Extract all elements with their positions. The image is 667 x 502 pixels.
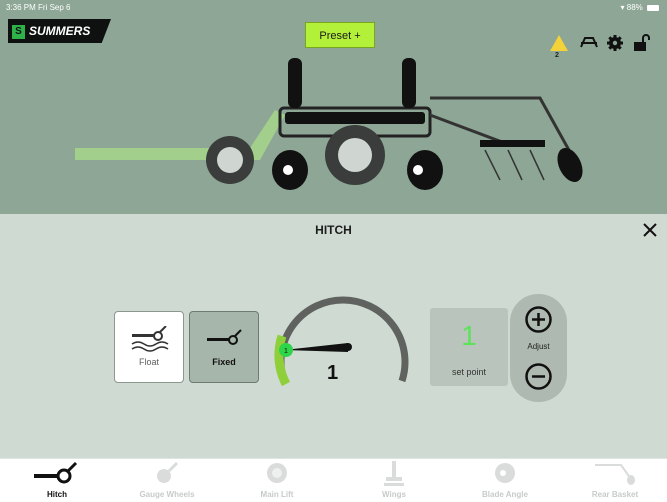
unlock-icon[interactable] (633, 34, 653, 54)
tab-rear-basket-label: Rear Basket (591, 490, 639, 499)
tab-blade-angle[interactable]: Blade Angle (455, 459, 555, 502)
gauge-value: 1 (327, 362, 339, 384)
wifi-icon: ▾ (620, 3, 625, 12)
tab-main-lift[interactable]: Main Lift (227, 459, 327, 502)
machine-view: 3:36 PM Fri Sep 6 ▾ 88% S SUMMERS Preset … (0, 0, 667, 214)
adjust-control: Adjust (510, 294, 567, 402)
machine-illustration (75, 58, 583, 190)
increase-icon[interactable] (523, 304, 554, 335)
battery-percent: 88% (626, 3, 643, 12)
close-icon[interactable] (641, 221, 659, 239)
set-point-value: 1 (461, 320, 477, 351)
preset-button[interactable]: Preset + (305, 22, 375, 48)
decrease-icon[interactable] (523, 361, 554, 392)
battery-icon (647, 4, 659, 11)
fixed-icon (207, 329, 242, 345)
gauge-marker-label: 1 (284, 348, 288, 355)
tab-wings-label: Wings (382, 490, 406, 499)
fixed-mode-button[interactable]: Fixed (189, 311, 259, 383)
bottom-tab-bar: Hitch Gauge Wheels Main Lift Wings Blade… (0, 458, 667, 502)
hitch-panel: HITCH Float Fixed 1 1 1 set point Adjust (0, 214, 667, 458)
blade-angle-icon (495, 463, 515, 483)
tab-main-lift-label: Main Lift (260, 490, 294, 499)
gauge-wheels-icon (157, 461, 179, 483)
tab-hitch[interactable]: Hitch (7, 459, 107, 502)
tab-blade-angle-label: Blade Angle (482, 490, 528, 499)
wings-icon (384, 461, 404, 486)
tab-rear-basket[interactable]: Rear Basket (565, 459, 665, 502)
brand-logo: S SUMMERS (8, 19, 111, 43)
fixed-mode-label: Fixed (212, 357, 236, 367)
brand-logo-text: SUMMERS (29, 24, 91, 38)
panel-title: HITCH (315, 223, 352, 237)
adjust-label: Adjust (527, 342, 550, 351)
tab-wings[interactable]: Wings (344, 459, 444, 502)
main-lift-icon (267, 463, 287, 483)
tab-gauge-wheels[interactable]: Gauge Wheels (117, 459, 217, 502)
rear-basket-icon (595, 464, 635, 485)
status-bar: 3:36 PM Fri Sep 6 ▾ 88% (0, 0, 667, 14)
hitch-tab-icon (34, 461, 78, 484)
status-time: 3:36 PM Fri Sep 6 (6, 3, 71, 12)
battery-status: ▾ 88% (620, 3, 659, 12)
float-mode-button[interactable]: Float (114, 311, 184, 383)
set-point-label: set point (451, 367, 487, 377)
tab-hitch-label: Hitch (47, 490, 67, 499)
set-point-display: 1 set point (430, 308, 508, 386)
tab-gauge-wheels-label: Gauge Wheels (139, 490, 195, 499)
float-icon (131, 326, 169, 352)
float-mode-label: Float (138, 357, 159, 367)
